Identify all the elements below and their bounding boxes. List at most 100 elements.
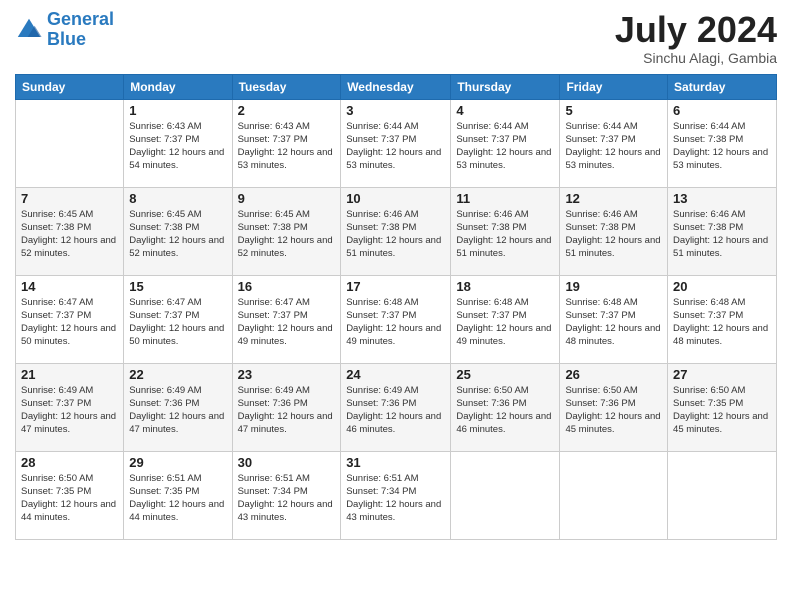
- day-number: 8: [129, 191, 226, 206]
- day-cell: 28 Sunrise: 6:50 AMSunset: 7:35 PMDayligh…: [16, 451, 124, 539]
- day-cell: 3Sunrise: 6:44 AMSunset: 7:37 PMDaylight…: [341, 99, 451, 187]
- day-cell: 7Sunrise: 6:45 AMSunset: 7:38 PMDaylight…: [16, 187, 124, 275]
- day-info: Sunrise: 6:48 AMSunset: 7:37 PMDaylight:…: [346, 296, 445, 349]
- day-info: Sunrise: 6:50 AMSunset: 7:35 PMDaylight:…: [21, 472, 118, 525]
- day-cell: 25 Sunrise: 6:50 AMSunset: 7:36 PMDayligh…: [451, 363, 560, 451]
- day-number: 18: [456, 279, 554, 294]
- day-number: 15: [129, 279, 226, 294]
- day-cell: 21Sunrise: 6:49 AMSunset: 7:37 PMDayligh…: [16, 363, 124, 451]
- day-cell: 16 Sunrise: 6:47 AMSunset: 7:37 PMDayligh…: [232, 275, 341, 363]
- title-block: July 2024 Sinchu Alagi, Gambia: [615, 10, 777, 66]
- day-cell: 17 Sunrise: 6:48 AMSunset: 7:37 PMDayligh…: [341, 275, 451, 363]
- calendar-header-row: SundayMondayTuesdayWednesdayThursdayFrid…: [16, 74, 777, 99]
- day-number: 30: [238, 455, 336, 470]
- day-number: 13: [673, 191, 771, 206]
- day-cell: 22 Sunrise: 6:49 AMSunset: 7:36 PMDayligh…: [124, 363, 232, 451]
- day-info: Sunrise: 6:46 AMSunset: 7:38 PMDaylight:…: [565, 208, 662, 261]
- week-row-3: 14Sunrise: 6:47 AMSunset: 7:37 PMDayligh…: [16, 275, 777, 363]
- day-number: 7: [21, 191, 118, 206]
- day-cell: 11 Sunrise: 6:46 AMSunset: 7:38 PMDayligh…: [451, 187, 560, 275]
- day-cell: 31Sunrise: 6:51 AMSunset: 7:34 PMDayligh…: [341, 451, 451, 539]
- day-number: 4: [456, 103, 554, 118]
- day-cell: 19 Sunrise: 6:48 AMSunset: 7:37 PMDayligh…: [560, 275, 668, 363]
- day-cell: [16, 99, 124, 187]
- day-header-friday: Friday: [560, 74, 668, 99]
- month-year: July 2024: [615, 10, 777, 50]
- day-header-thursday: Thursday: [451, 74, 560, 99]
- day-header-saturday: Saturday: [668, 74, 777, 99]
- week-row-5: 28 Sunrise: 6:50 AMSunset: 7:35 PMDayligh…: [16, 451, 777, 539]
- day-number: 12: [565, 191, 662, 206]
- day-info: Sunrise: 6:51 AMSunset: 7:34 PMDaylight:…: [346, 472, 445, 525]
- day-cell: 12 Sunrise: 6:46 AMSunset: 7:38 PMDayligh…: [560, 187, 668, 275]
- day-number: 10: [346, 191, 445, 206]
- day-cell: [560, 451, 668, 539]
- day-info: Sunrise: 6:45 AMSunset: 7:38 PMDaylight:…: [129, 208, 226, 261]
- day-info: Sunrise: 6:49 AMSunset: 7:36 PMDaylight:…: [346, 384, 445, 437]
- location: Sinchu Alagi, Gambia: [615, 50, 777, 66]
- day-info: Sunrise: 6:49 AMSunset: 7:36 PMDaylight:…: [129, 384, 226, 437]
- day-cell: 15 Sunrise: 6:47 AMSunset: 7:37 PMDayligh…: [124, 275, 232, 363]
- page: General Blue July 2024 Sinchu Alagi, Gam…: [0, 0, 792, 612]
- logo: General Blue: [15, 10, 114, 50]
- day-cell: 24Sunrise: 6:49 AMSunset: 7:36 PMDayligh…: [341, 363, 451, 451]
- day-header-wednesday: Wednesday: [341, 74, 451, 99]
- day-info: Sunrise: 6:51 AMSunset: 7:35 PMDaylight:…: [129, 472, 226, 525]
- day-info: Sunrise: 6:48 AMSunset: 7:37 PMDaylight:…: [565, 296, 662, 349]
- day-cell: 27 Sunrise: 6:50 AMSunset: 7:35 PMDayligh…: [668, 363, 777, 451]
- week-row-1: 1Sunrise: 6:43 AMSunset: 7:37 PMDaylight…: [16, 99, 777, 187]
- day-header-monday: Monday: [124, 74, 232, 99]
- day-info: Sunrise: 6:47 AMSunset: 7:37 PMDaylight:…: [238, 296, 336, 349]
- day-number: 23: [238, 367, 336, 382]
- day-number: 27: [673, 367, 771, 382]
- day-info: Sunrise: 6:51 AMSunset: 7:34 PMDaylight:…: [238, 472, 336, 525]
- day-number: 11: [456, 191, 554, 206]
- day-number: 29: [129, 455, 226, 470]
- day-number: 19: [565, 279, 662, 294]
- day-info: Sunrise: 6:49 AMSunset: 7:36 PMDaylight:…: [238, 384, 336, 437]
- day-number: 20: [673, 279, 771, 294]
- day-info: Sunrise: 6:48 AMSunset: 7:37 PMDaylight:…: [456, 296, 554, 349]
- day-number: 26: [565, 367, 662, 382]
- day-number: 28: [21, 455, 118, 470]
- day-cell: 13 Sunrise: 6:46 AMSunset: 7:38 PMDayligh…: [668, 187, 777, 275]
- day-info: Sunrise: 6:46 AMSunset: 7:38 PMDaylight:…: [673, 208, 771, 261]
- day-info: Sunrise: 6:43 AMSunset: 7:37 PMDaylight:…: [238, 120, 336, 173]
- day-info: Sunrise: 6:46 AMSunset: 7:38 PMDaylight:…: [456, 208, 554, 261]
- day-cell: 30 Sunrise: 6:51 AMSunset: 7:34 PMDayligh…: [232, 451, 341, 539]
- day-cell: 5Sunrise: 6:44 AMSunset: 7:37 PMDaylight…: [560, 99, 668, 187]
- day-cell: 23 Sunrise: 6:49 AMSunset: 7:36 PMDayligh…: [232, 363, 341, 451]
- day-cell: 6 Sunrise: 6:44 AMSunset: 7:38 PMDaylight…: [668, 99, 777, 187]
- day-header-tuesday: Tuesday: [232, 74, 341, 99]
- day-cell: 14Sunrise: 6:47 AMSunset: 7:37 PMDayligh…: [16, 275, 124, 363]
- calendar: SundayMondayTuesdayWednesdayThursdayFrid…: [15, 74, 777, 540]
- day-info: Sunrise: 6:46 AMSunset: 7:38 PMDaylight:…: [346, 208, 445, 261]
- day-info: Sunrise: 6:49 AMSunset: 7:37 PMDaylight:…: [21, 384, 118, 437]
- day-number: 17: [346, 279, 445, 294]
- week-row-4: 21Sunrise: 6:49 AMSunset: 7:37 PMDayligh…: [16, 363, 777, 451]
- header: General Blue July 2024 Sinchu Alagi, Gam…: [15, 10, 777, 66]
- day-number: 6: [673, 103, 771, 118]
- day-cell: 26 Sunrise: 6:50 AMSunset: 7:36 PMDayligh…: [560, 363, 668, 451]
- day-cell: 8 Sunrise: 6:45 AMSunset: 7:38 PMDaylight…: [124, 187, 232, 275]
- day-info: Sunrise: 6:50 AMSunset: 7:36 PMDaylight:…: [565, 384, 662, 437]
- day-info: Sunrise: 6:47 AMSunset: 7:37 PMDaylight:…: [129, 296, 226, 349]
- day-info: Sunrise: 6:44 AMSunset: 7:38 PMDaylight:…: [673, 120, 771, 173]
- logo-icon: [15, 16, 43, 44]
- day-cell: 20Sunrise: 6:48 AMSunset: 7:37 PMDayligh…: [668, 275, 777, 363]
- day-info: Sunrise: 6:50 AMSunset: 7:36 PMDaylight:…: [456, 384, 554, 437]
- day-number: 2: [238, 103, 336, 118]
- day-number: 5: [565, 103, 662, 118]
- day-info: Sunrise: 6:47 AMSunset: 7:37 PMDaylight:…: [21, 296, 118, 349]
- day-cell: 9Sunrise: 6:45 AMSunset: 7:38 PMDaylight…: [232, 187, 341, 275]
- day-cell: 29 Sunrise: 6:51 AMSunset: 7:35 PMDayligh…: [124, 451, 232, 539]
- day-cell: 10 Sunrise: 6:46 AMSunset: 7:38 PMDayligh…: [341, 187, 451, 275]
- logo-name: General Blue: [47, 10, 114, 50]
- day-number: 22: [129, 367, 226, 382]
- day-number: 16: [238, 279, 336, 294]
- day-number: 3: [346, 103, 445, 118]
- day-cell: 18 Sunrise: 6:48 AMSunset: 7:37 PMDayligh…: [451, 275, 560, 363]
- day-info: Sunrise: 6:50 AMSunset: 7:35 PMDaylight:…: [673, 384, 771, 437]
- day-cell: 1Sunrise: 6:43 AMSunset: 7:37 PMDaylight…: [124, 99, 232, 187]
- day-number: 25: [456, 367, 554, 382]
